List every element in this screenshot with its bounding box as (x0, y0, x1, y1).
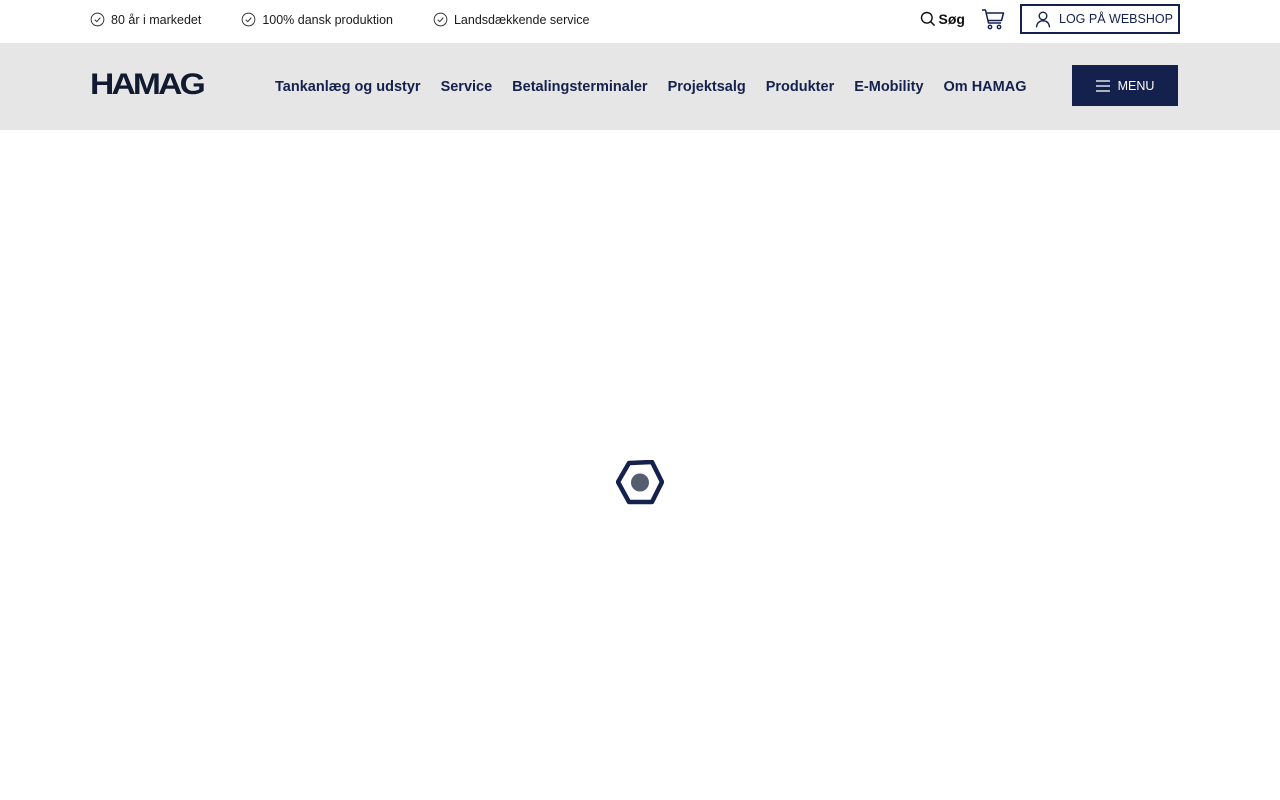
nav-item-tankanlaeg[interactable]: Tankanlæg og udstyr (275, 79, 421, 95)
nav-item-om-hamag[interactable]: Om HAMAG (944, 79, 1027, 95)
menu-button[interactable]: MENU (1072, 65, 1178, 106)
loading-spinner (615, 459, 665, 505)
nav-item-betalingsterminaler[interactable]: Betalingsterminaler (512, 79, 647, 95)
search-icon (920, 11, 935, 27)
usp-list: 80 år i markedet 100% dansk produktion L… (90, 0, 629, 39)
hamag-logo[interactable]: HAMAG (90, 70, 206, 100)
user-icon (1035, 11, 1051, 27)
usp-item: Landsdækkende service (433, 12, 590, 27)
usp-label: 80 år i markedet (111, 12, 202, 27)
usp-label: 100% dansk produktion (262, 12, 393, 27)
check-circle-icon (433, 12, 448, 27)
hamburger-icon (1095, 79, 1110, 92)
menu-label: MENU (1117, 78, 1155, 93)
nav-item-produkter[interactable]: Produkter (766, 79, 835, 95)
cart-icon (982, 9, 1005, 30)
check-circle-icon (90, 12, 105, 27)
search-label: Søg (938, 11, 965, 27)
cart-button[interactable] (981, 8, 1005, 30)
usp-item: 80 år i markedet (90, 12, 201, 27)
search-button[interactable]: Søg (920, 11, 965, 27)
login-webshop-button[interactable]: LOG PÅ WEBSHOP (1020, 4, 1180, 34)
login-label: LOG PÅ WEBSHOP (1059, 12, 1173, 26)
usp-label: Landsdækkende service (453, 12, 590, 27)
top-utility-bar: 80 år i markedet 100% dansk produktion L… (0, 0, 1280, 43)
top-actions: Søg LOG PÅ WEBSHOP (920, 4, 1180, 34)
main-header: HAMAG Tankanlæg og udstyr Service Betali… (0, 43, 1280, 130)
hexagon-spinner-icon (615, 459, 665, 505)
usp-item: 100% dansk produktion (241, 12, 393, 27)
main-navigation: Tankanlæg og udstyr Service Betalingster… (275, 43, 1047, 130)
nav-item-projektsalg[interactable]: Projektsalg (668, 79, 746, 95)
nav-item-service[interactable]: Service (441, 79, 493, 95)
nav-item-e-mobility[interactable]: E-Mobility (854, 79, 923, 95)
check-circle-icon (241, 12, 256, 27)
